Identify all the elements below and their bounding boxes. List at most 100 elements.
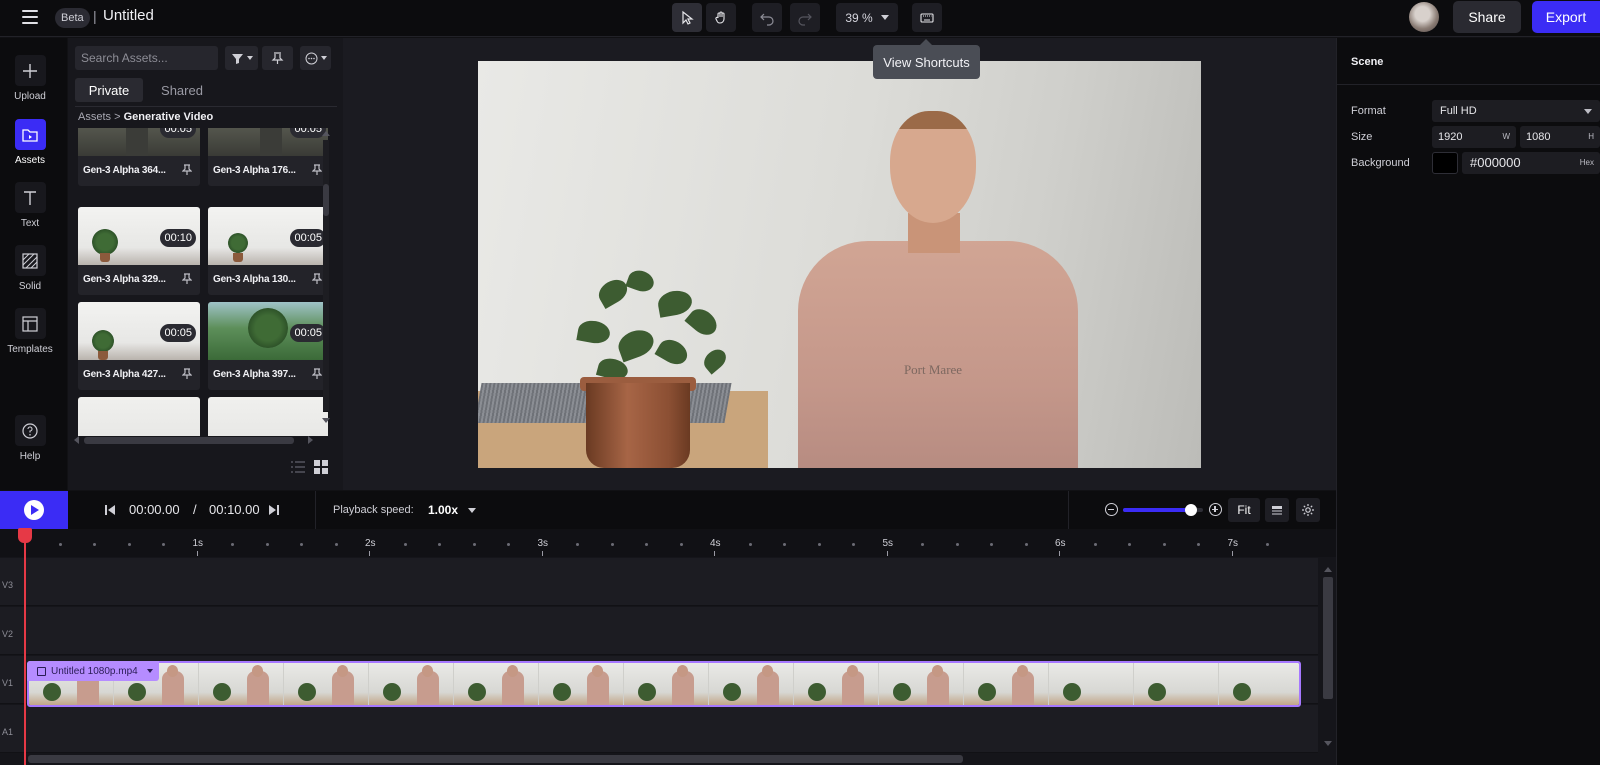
pin-icon[interactable] bbox=[182, 368, 192, 380]
video-preview[interactable]: Port Maree bbox=[478, 61, 1201, 468]
format-select[interactable]: Full HD bbox=[1432, 100, 1600, 122]
zoom-slider-handle[interactable] bbox=[1185, 504, 1197, 516]
timeline-vertical-scrollbar[interactable] bbox=[1320, 563, 1336, 750]
keyboard-icon bbox=[920, 12, 934, 23]
skip-to-end-icon[interactable] bbox=[267, 503, 281, 517]
scroll-up-icon[interactable] bbox=[1324, 567, 1332, 572]
zoom-dropdown[interactable]: 39 % bbox=[836, 3, 898, 32]
keyboard-shortcuts-button[interactable] bbox=[912, 3, 942, 32]
clip-label[interactable]: Untitled 1080p.mp4 bbox=[27, 661, 159, 681]
background-label: Background bbox=[1351, 157, 1410, 169]
chevron-down-icon bbox=[246, 56, 253, 60]
breadcrumb-assets[interactable]: Assets bbox=[78, 111, 111, 123]
pin-icon[interactable] bbox=[182, 164, 192, 176]
select-tool-button[interactable] bbox=[672, 3, 702, 32]
asset-card[interactable]: 00:05 Gen-3 Alpha 130... bbox=[208, 207, 328, 295]
magnet-icon bbox=[1272, 506, 1282, 515]
playback-speed-dropdown[interactable]: 1.00x bbox=[428, 503, 477, 517]
time-ruler[interactable]: 1s 2s 3s 4s 5s 6s 7s bbox=[0, 530, 1336, 557]
timeline-settings-button[interactable] bbox=[1296, 498, 1320, 522]
panel-divider bbox=[1337, 84, 1600, 85]
ruler-minor-tick bbox=[576, 543, 579, 546]
beta-badge: Beta bbox=[55, 8, 90, 28]
playback-speed-label: Playback speed: bbox=[333, 504, 414, 516]
width-unit: W bbox=[1502, 132, 1510, 141]
current-time: 00:00.00 bbox=[129, 502, 180, 517]
scroll-right-icon[interactable] bbox=[308, 436, 313, 444]
share-button[interactable]: Share bbox=[1453, 1, 1521, 33]
asset-card[interactable] bbox=[208, 397, 328, 436]
scroll-thumb[interactable] bbox=[84, 437, 294, 444]
more-options-button[interactable] bbox=[300, 46, 331, 70]
nav-label-text: Text bbox=[20, 218, 40, 229]
asset-horizontal-scrollbar[interactable] bbox=[72, 434, 318, 446]
width-input[interactable]: 1920 W bbox=[1432, 126, 1516, 148]
timeline-horizontal-scrollbar[interactable] bbox=[28, 755, 963, 763]
scroll-thumb[interactable] bbox=[1323, 577, 1333, 699]
asset-card[interactable]: 00:05 Gen-3 Alpha 176... bbox=[208, 128, 328, 186]
pin-filter-button[interactable] bbox=[262, 46, 293, 70]
playhead-handle[interactable] bbox=[18, 528, 32, 543]
zoom-out-icon[interactable] bbox=[1105, 503, 1118, 516]
nav-templates[interactable]: Templates bbox=[0, 308, 60, 355]
tab-private[interactable]: Private bbox=[75, 78, 143, 102]
grid-view-icon[interactable] bbox=[313, 460, 329, 474]
nav-upload[interactable]: Upload bbox=[0, 55, 60, 102]
nav-help[interactable]: Help bbox=[0, 415, 60, 462]
clip-frame bbox=[624, 663, 709, 705]
asset-card[interactable]: 00:05 Gen-3 Alpha 397... bbox=[208, 302, 328, 390]
nav-label-assets: Assets bbox=[14, 155, 45, 166]
track-a1[interactable]: A1 bbox=[0, 705, 1318, 753]
ruler-minor-tick bbox=[783, 543, 786, 546]
track-v3[interactable]: V3 bbox=[0, 558, 1318, 606]
total-time: 00:10.00 bbox=[209, 502, 260, 517]
play-button[interactable] bbox=[0, 491, 68, 529]
nav-text[interactable]: Text bbox=[0, 182, 60, 229]
menu-icon[interactable] bbox=[22, 10, 38, 24]
breadcrumb-current: Generative Video bbox=[123, 111, 214, 123]
filter-button[interactable] bbox=[225, 46, 258, 70]
asset-card[interactable] bbox=[78, 397, 200, 436]
timeline-zoom-slider[interactable] bbox=[1123, 504, 1203, 516]
nav-assets[interactable]: Assets bbox=[0, 119, 60, 166]
background-color-swatch[interactable] bbox=[1432, 152, 1458, 174]
zoom-in-icon[interactable] bbox=[1209, 503, 1222, 516]
scroll-left-icon[interactable] bbox=[74, 436, 79, 444]
breadcrumb: Assets > Generative Video bbox=[78, 111, 213, 123]
asset-card[interactable]: 00:10 Gen-3 Alpha 329... bbox=[78, 207, 200, 295]
asset-card[interactable]: 00:05 Gen-3 Alpha 364... bbox=[78, 128, 200, 186]
folder-icon bbox=[14, 119, 46, 150]
clip-frame bbox=[964, 663, 1049, 705]
search-input[interactable] bbox=[75, 46, 218, 70]
project-title[interactable]: Untitled bbox=[103, 7, 154, 24]
avatar[interactable] bbox=[1409, 2, 1439, 32]
ruler-minor-tick bbox=[265, 543, 269, 546]
undo-button[interactable] bbox=[752, 3, 782, 32]
skip-to-start-icon[interactable] bbox=[103, 503, 117, 517]
hand-icon bbox=[715, 10, 725, 24]
snap-button[interactable] bbox=[1265, 498, 1289, 522]
scroll-up-icon[interactable] bbox=[322, 131, 330, 136]
video-clip[interactable] bbox=[27, 661, 1301, 707]
height-input[interactable]: 1080 H bbox=[1520, 126, 1600, 148]
asset-card[interactable]: 00:05 Gen-3 Alpha 427... bbox=[78, 302, 200, 390]
nav-solid[interactable]: Solid bbox=[0, 245, 60, 292]
export-button[interactable]: Export bbox=[1532, 1, 1600, 33]
duration-badge: 00:05 bbox=[160, 324, 196, 342]
hand-tool-button[interactable] bbox=[706, 3, 736, 32]
person: Port Maree bbox=[778, 81, 1098, 468]
background-hex-input[interactable]: #000000 Hex bbox=[1462, 152, 1600, 174]
tab-shared[interactable]: Shared bbox=[148, 78, 216, 102]
scroll-down-icon[interactable] bbox=[1324, 741, 1332, 746]
asset-thumbnail bbox=[208, 397, 328, 436]
list-view-icon[interactable] bbox=[290, 460, 306, 474]
pin-icon[interactable] bbox=[182, 273, 192, 285]
fit-button[interactable]: Fit bbox=[1228, 498, 1260, 522]
preview-area: Port Maree bbox=[343, 38, 1336, 490]
scroll-thumb[interactable] bbox=[323, 184, 329, 216]
redo-button[interactable] bbox=[790, 3, 820, 32]
scroll-down-icon[interactable] bbox=[322, 418, 330, 423]
track-v2[interactable]: V2 bbox=[0, 607, 1318, 655]
size-label: Size bbox=[1351, 131, 1373, 143]
asset-vertical-scrollbar[interactable] bbox=[320, 128, 332, 428]
